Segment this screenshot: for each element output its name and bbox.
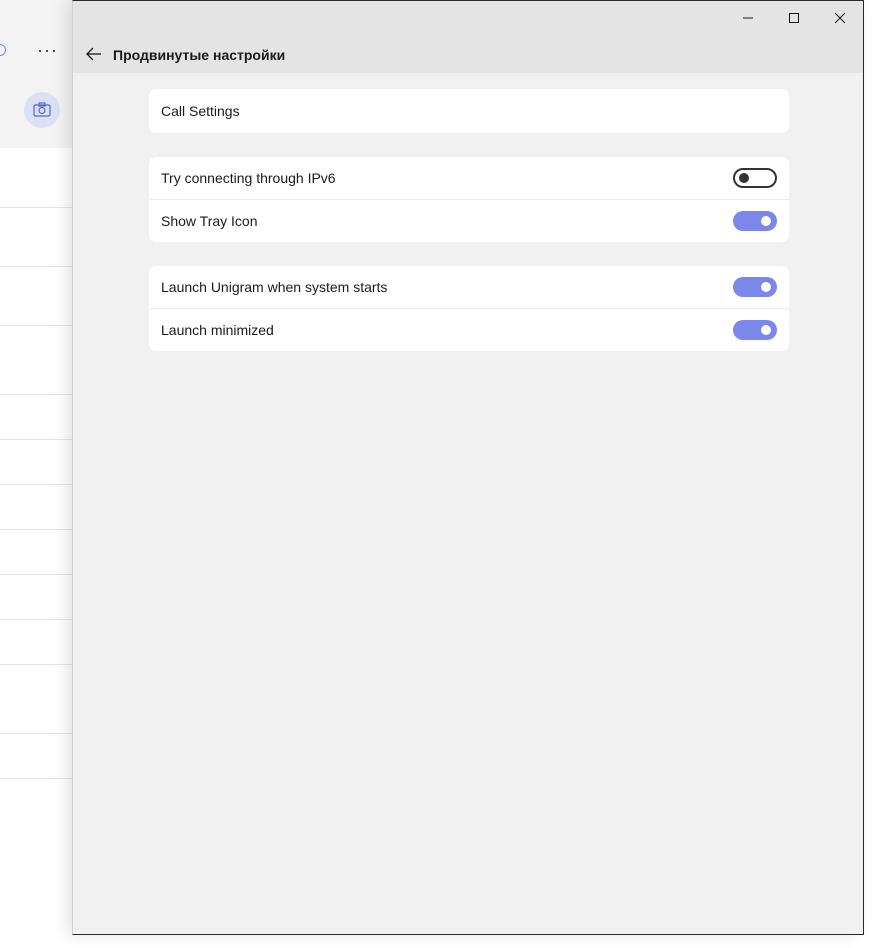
chat-list-item[interactable]: [0, 734, 72, 779]
back-button[interactable]: [81, 41, 107, 67]
toggle-knob: [761, 216, 771, 226]
launch-minimized-row: Launch minimized: [149, 308, 789, 351]
chat-list-item[interactable]: [0, 326, 72, 395]
chat-list-item[interactable]: [0, 620, 72, 665]
launch-on-startup-toggle[interactable]: [733, 277, 777, 297]
back-arrow-icon: [86, 47, 101, 61]
chat-list-header: ···: [0, 0, 72, 148]
maximize-button[interactable]: [771, 3, 817, 33]
call-settings-label: Call Settings: [161, 103, 240, 119]
ipv6-label: Try connecting through IPv6: [161, 170, 336, 186]
ipv6-toggle[interactable]: [733, 168, 777, 188]
camera-icon[interactable]: [24, 92, 60, 128]
page-title: Продвинутые настройки: [113, 47, 286, 63]
toggle-knob: [761, 282, 771, 292]
chat-list-item[interactable]: [0, 395, 72, 440]
tray-icon-label: Show Tray Icon: [161, 213, 258, 229]
close-button[interactable]: [817, 3, 863, 33]
toggle-knob: [739, 173, 749, 183]
ipv6-row: Try connecting through IPv6: [149, 157, 789, 199]
close-icon: [834, 12, 846, 24]
launch-on-startup-row: Launch Unigram when system starts: [149, 266, 789, 308]
chat-list-item[interactable]: [0, 665, 72, 734]
launch-on-startup-label: Launch Unigram when system starts: [161, 279, 388, 295]
search-icon[interactable]: [0, 44, 6, 56]
launch-minimized-label: Launch minimized: [161, 322, 274, 338]
minimize-icon: [743, 17, 753, 19]
chat-list-pane: ···: [0, 0, 72, 934]
launch-minimized-toggle[interactable]: [733, 320, 777, 340]
minimize-button[interactable]: [725, 3, 771, 33]
toggle-knob: [761, 325, 771, 335]
chat-list-item[interactable]: [0, 208, 72, 267]
tray-icon-toggle[interactable]: [733, 211, 777, 231]
call-settings-item[interactable]: Call Settings: [149, 89, 789, 133]
chat-list-item[interactable]: [0, 267, 72, 326]
chat-list-item[interactable]: [0, 575, 72, 620]
advanced-settings-window: Продвинутые настройки Call Settings Try …: [72, 0, 864, 935]
call-settings-card: Call Settings: [149, 89, 789, 133]
tray-icon-row: Show Tray Icon: [149, 199, 789, 242]
startup-card: Launch Unigram when system starts Launch…: [149, 266, 789, 351]
more-icon[interactable]: ···: [37, 40, 58, 60]
maximize-icon: [789, 13, 799, 23]
chat-list-item[interactable]: [0, 485, 72, 530]
title-bar: Продвинутые настройки: [73, 1, 863, 73]
chat-list-item[interactable]: [0, 148, 72, 208]
chat-list-item[interactable]: [0, 440, 72, 485]
connection-card: Try connecting through IPv6 Show Tray Ic…: [149, 157, 789, 242]
chat-list-item[interactable]: [0, 530, 72, 575]
